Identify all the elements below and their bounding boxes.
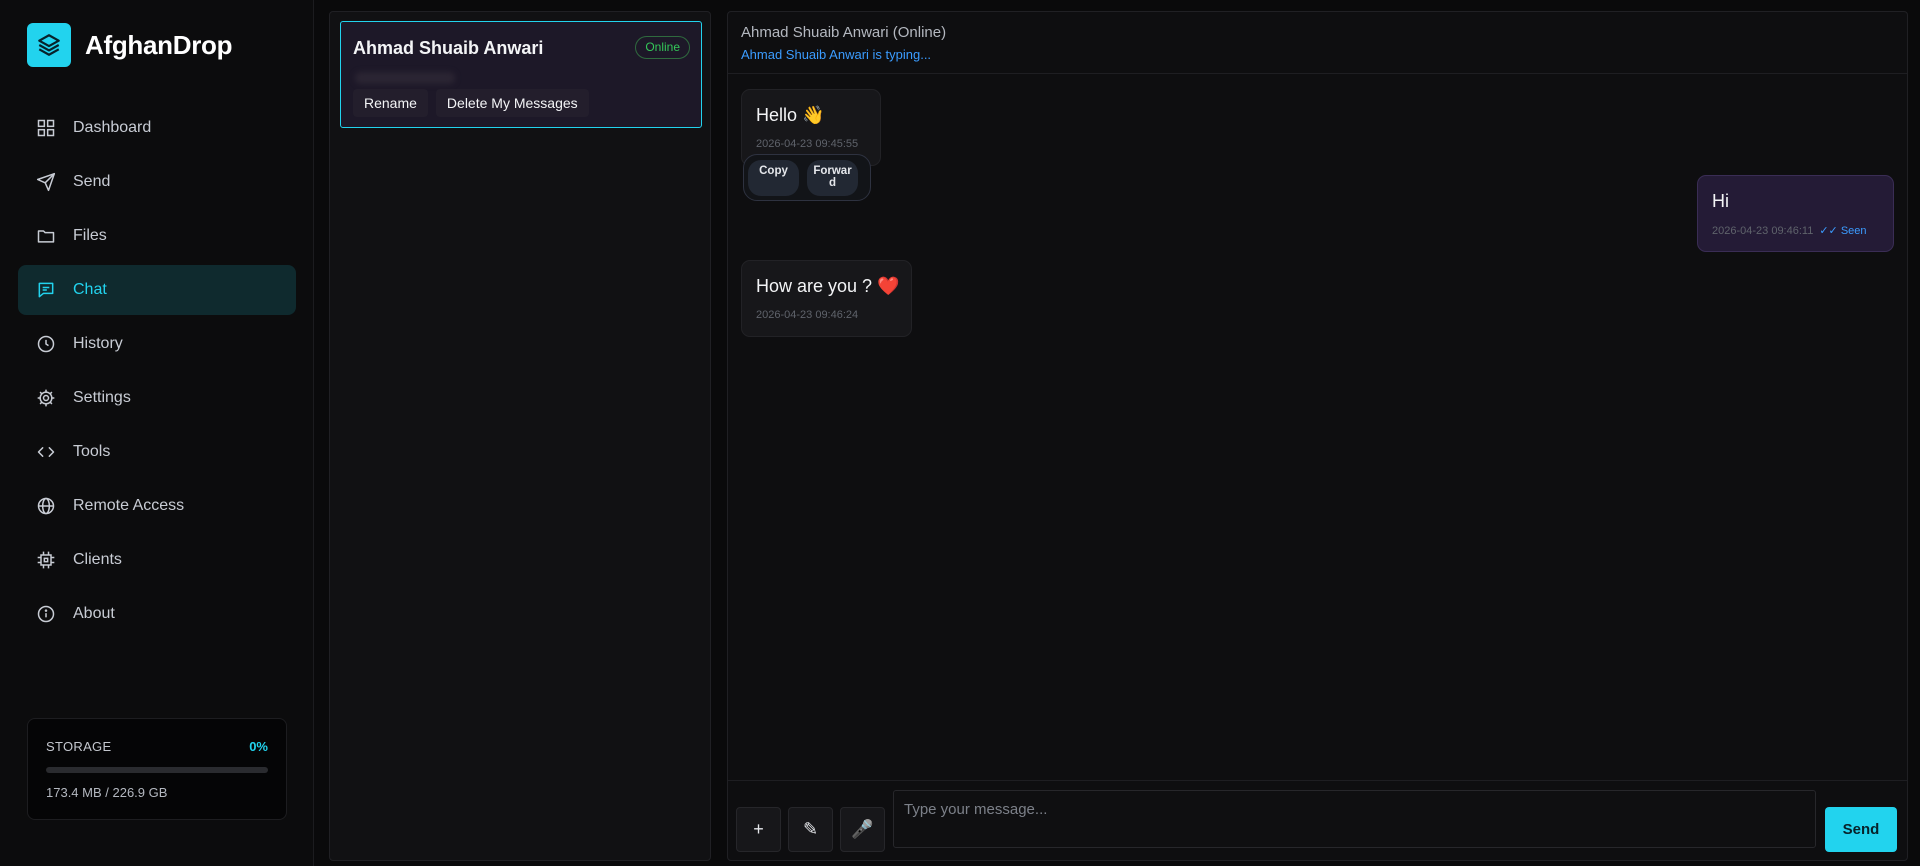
message-timestamp: 2026-04-23 09:46:11 (1712, 225, 1814, 237)
sidebar-item-label: Clients (73, 551, 122, 568)
clock-icon (35, 333, 57, 355)
send-button[interactable]: Send (1825, 807, 1897, 852)
message-bubble-outgoing[interactable]: Hi 2026-04-23 09:46:11 ✓✓ Seen (1697, 175, 1894, 252)
forward-button[interactable]: Forward (807, 160, 858, 196)
sidebar-item-settings[interactable]: Settings (18, 373, 296, 423)
sidebar-item-label: About (73, 605, 115, 622)
message-text: How are you ? ❤️ (756, 276, 900, 296)
contacts-panel: Ahmad Shuaib Anwari Online Rename Delete… (329, 11, 711, 861)
storage-title: STORAGE (46, 739, 112, 754)
status-badge: Online (635, 36, 690, 59)
sidebar-item-remote-access[interactable]: Remote Access (18, 481, 296, 531)
sidebar-item-label: Files (73, 227, 107, 244)
chat-header: Ahmad Shuaib Anwari (Online) Ahmad Shuai… (728, 12, 1907, 74)
sidebar-item-chat[interactable]: Chat (18, 265, 296, 315)
folder-icon (35, 225, 57, 247)
delete-my-messages-button[interactable]: Delete My Messages (435, 89, 589, 117)
message-timestamp-row: 2026-04-23 09:46:11 ✓✓ Seen (1712, 224, 1867, 237)
sidebar-item-dashboard[interactable]: Dashboard (18, 103, 296, 153)
contact-actions: Rename Delete My Messages (353, 89, 589, 117)
message-bubble-incoming[interactable]: How are you ? ❤️ 2026-04-23 09:46:24 (741, 260, 912, 337)
gear-icon (35, 387, 57, 409)
chat-title: Ahmad Shuaib Anwari (Online) (741, 24, 947, 41)
sidebar-item-label: Send (73, 173, 111, 190)
sidebar-item-label: Settings (73, 389, 131, 406)
message-timestamp: 2026-04-23 09:46:24 (756, 309, 859, 321)
app-root: AfghanDrop Dashboard Send Files Chat His… (0, 0, 1920, 866)
chip-icon (35, 549, 57, 571)
code-icon (35, 441, 57, 463)
sidebar-item-clients[interactable]: Clients (18, 535, 296, 585)
contact-card[interactable]: Ahmad Shuaib Anwari Online Rename Delete… (340, 21, 702, 128)
sidebar-item-label: Chat (73, 281, 107, 298)
sidebar-item-about[interactable]: About (18, 589, 296, 639)
brand-name: AfghanDrop (85, 29, 233, 60)
globe-icon (35, 495, 57, 517)
storage-card: STORAGE 0% 173.4 MB / 226.9 GB (27, 718, 287, 820)
message-timestamp: 2026-04-23 09:45:55 (756, 138, 859, 150)
layers-logo-icon (27, 23, 71, 67)
seen-indicator: ✓✓ Seen (1819, 225, 1867, 237)
contact-name: Ahmad Shuaib Anwari (353, 38, 544, 58)
chat-panel: Ahmad Shuaib Anwari (Online) Ahmad Shuai… (727, 11, 1908, 861)
message-context-menu: Copy Forward (743, 154, 871, 201)
sidebar-item-files[interactable]: Files (18, 211, 296, 261)
message-composer: + ✎ 🎤 Send (728, 780, 1907, 860)
message-input[interactable] (893, 790, 1816, 848)
sidebar-nav: Dashboard Send Files Chat History Settin… (18, 103, 296, 643)
storage-percent: 0% (249, 739, 268, 754)
dashboard-icon (35, 117, 57, 139)
sidebar-item-label: Remote Access (73, 497, 185, 514)
typing-indicator: Ahmad Shuaib Anwari is typing... (741, 47, 932, 62)
chat-icon (35, 279, 57, 301)
sidebar-item-send[interactable]: Send (18, 157, 296, 207)
draw-button[interactable]: ✎ (788, 807, 833, 852)
send-icon (35, 171, 57, 193)
storage-progress-bar (46, 767, 268, 773)
blurred-subtitle (355, 72, 455, 84)
sidebar-item-label: Tools (73, 443, 111, 460)
rename-button[interactable]: Rename (353, 89, 428, 117)
sidebar: AfghanDrop Dashboard Send Files Chat His… (0, 0, 314, 866)
message-text: Hello 👋 (756, 105, 825, 125)
storage-usage-text: 173.4 MB / 226.9 GB (46, 785, 168, 800)
sidebar-item-label: Dashboard (73, 119, 152, 136)
sidebar-item-history[interactable]: History (18, 319, 296, 369)
sidebar-item-tools[interactable]: Tools (18, 427, 296, 477)
attach-button[interactable]: + (736, 807, 781, 852)
info-icon (35, 603, 57, 625)
microphone-button[interactable]: 🎤 (840, 807, 885, 852)
message-text: Hi (1712, 191, 1729, 211)
brand[interactable]: AfghanDrop (27, 23, 233, 67)
sidebar-item-label: History (73, 335, 123, 352)
storage-header: STORAGE 0% (46, 739, 268, 754)
copy-button[interactable]: Copy (748, 160, 799, 196)
